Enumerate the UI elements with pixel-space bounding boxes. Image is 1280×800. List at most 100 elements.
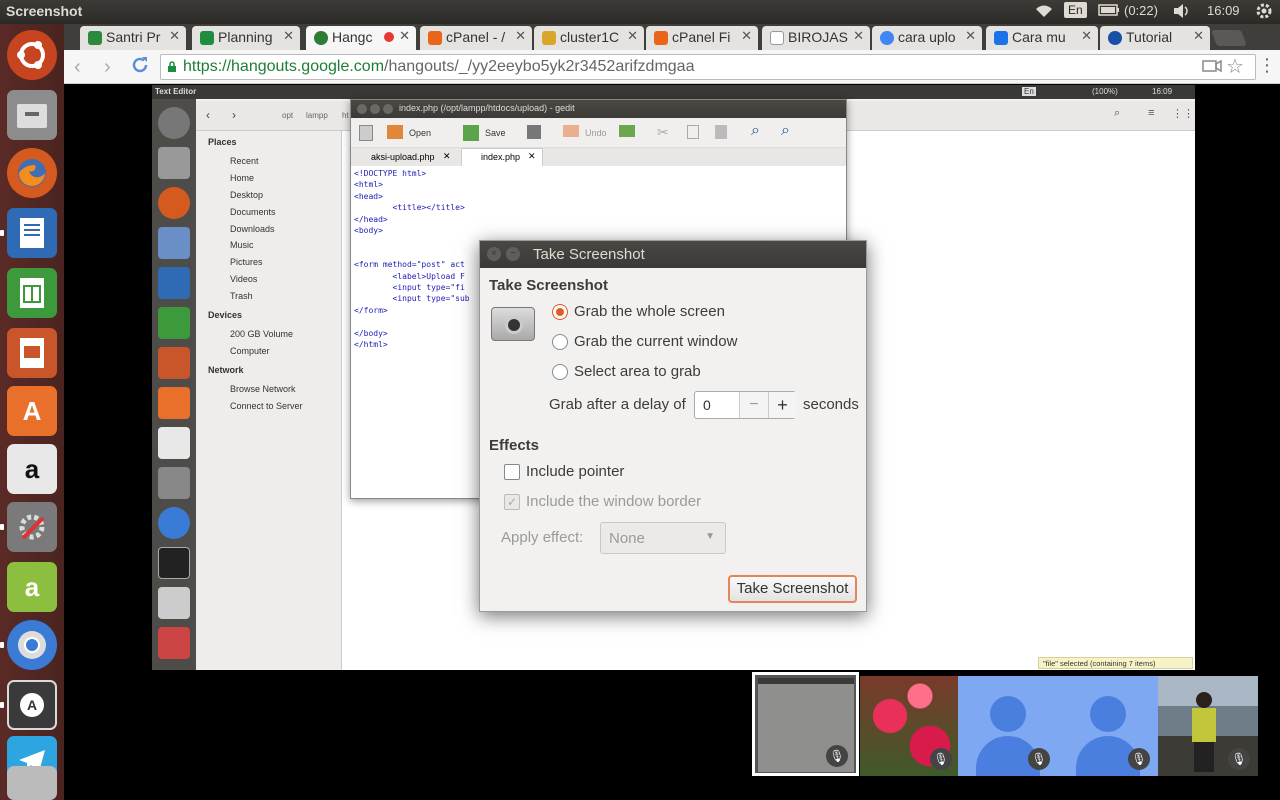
gear-icon[interactable] [1256,3,1272,22]
firefox-icon[interactable] [7,148,57,198]
tab-favicon [88,31,102,45]
avatar-head [1090,696,1126,732]
take-screenshot-button[interactable]: Take Screenshot [728,575,857,603]
gedit-tabs: aksi-upload.php ✕ index.php ✕ [351,148,846,166]
browser-tab[interactable]: cara uplo ✕ [872,26,982,50]
include-border-checkbox[interactable]: ✓ [504,494,520,510]
bookmark-star-icon[interactable]: ☆ [1226,54,1244,79]
camera-icon[interactable] [1202,58,1222,79]
system-top-bar: Screenshot En (0:22) 16:09 [0,0,1280,24]
screen-share-thumbnail[interactable]: 🎙 [752,672,859,776]
open-icon [387,125,403,139]
dialog-titlebar: × − Take Screenshot [480,241,866,268]
shared-box-icon [158,227,190,259]
close-icon[interactable]: ✕ [399,28,410,44]
browser-tab[interactable]: cPanel - / ✕ [420,26,532,50]
close-icon[interactable]: ✕ [283,28,294,44]
ubuntu-dash-icon[interactable] [7,30,57,80]
browser-tab[interactable]: BIROJAS ✕ [762,26,870,50]
clock[interactable]: 16:09 [1207,3,1240,18]
close-icon[interactable]: ✕ [853,28,864,44]
screenshot-app-icon[interactable]: A [7,680,57,730]
close-icon[interactable]: ✕ [1193,28,1204,44]
grab-current-window-radio[interactable] [552,334,568,350]
writer-icon[interactable] [7,208,57,258]
system-settings-icon[interactable] [7,502,57,552]
close-icon[interactable]: ✕ [965,28,976,44]
software-center-icon[interactable]: A [7,386,57,436]
person-legs [1194,742,1214,772]
battery-icon[interactable] [1098,3,1120,20]
browser-tab[interactable]: Santri Pr ✕ [80,26,186,50]
impress-icon[interactable] [7,328,57,378]
browser-tab[interactable]: Planning ✕ [192,26,300,50]
wifi-icon[interactable] [1034,3,1054,22]
delay-label: Grab after a delay of [549,396,686,413]
forward-icon[interactable]: › [104,56,111,79]
menu-icon[interactable]: ⋮ [1258,55,1276,76]
avatar-placeholder-1[interactable]: 🎙 [958,676,1058,776]
keyboard-indicator[interactable]: En [1064,2,1087,18]
recording-icon [384,32,394,42]
muted-mic-icon: 🎙 [826,745,848,767]
browser-tab[interactable]: cluster1C ✕ [534,26,644,50]
save-icon [463,125,479,141]
battery-time[interactable]: (0:22) [1124,3,1158,18]
reload-icon[interactable] [130,55,150,80]
close-icon[interactable]: ✕ [1081,28,1092,44]
device-item: 200 GB Volume [230,329,294,339]
tab-favicon [994,31,1008,45]
delay-increment-button[interactable]: + [768,392,796,418]
take-screenshot-dialog: × − Take Screenshot Take Screenshot Grab… [479,240,867,612]
grab-whole-screen-label[interactable]: Grab the whole screen [574,303,725,320]
calc-icon[interactable] [7,268,57,318]
browser-tab[interactable]: cPanel Fi ✕ [646,26,758,50]
network-header: Network [208,365,244,375]
close-icon[interactable]: × [487,247,501,261]
tab-favicon [200,31,214,45]
place-item: Recent [230,156,259,166]
volume-icon[interactable] [1172,3,1190,22]
chevron-down-icon: ▼ [705,531,715,542]
place-item: Home [230,173,255,183]
person-body [1192,708,1216,742]
close-icon[interactable]: ✕ [169,28,180,44]
android-studio-icon[interactable]: a [7,562,57,612]
shared-gedit-icon [158,587,190,619]
delay-spinbutton[interactable]: 0 − + [694,391,796,419]
tab-label: Santri Pr [106,29,161,45]
amazon-icon[interactable]: a [7,444,57,494]
select-area-radio[interactable] [552,364,568,380]
browser-tab-active[interactable]: Hangc ✕ [306,26,416,50]
flowers-thumbnail[interactable]: 🎙 [860,676,960,776]
network-item: Connect to Server [230,401,303,411]
include-pointer-label[interactable]: Include pointer [526,463,624,480]
chromium-icon[interactable] [7,620,57,670]
grab-current-window-label[interactable]: Grab the current window [574,333,737,350]
grab-whole-screen-radio[interactable] [552,304,568,320]
tab-label: cPanel - / [446,29,506,45]
delay-decrement-button[interactable]: − [739,392,768,418]
url-bar[interactable]: https://hangouts.google.com/hangouts/_/y… [160,54,1256,80]
delay-value[interactable]: 0 [703,397,711,413]
include-pointer-checkbox[interactable] [504,464,520,480]
browser-tab[interactable]: Tutorial ✕ [1100,26,1210,50]
shared-app-icon [158,627,190,659]
beach-person-thumbnail[interactable]: 🎙 [1158,676,1258,776]
back-icon[interactable]: ‹ [74,56,81,79]
new-tab-button[interactable] [1211,30,1247,46]
close-icon[interactable]: ✕ [627,28,638,44]
scanner-icon[interactable] [7,766,57,800]
shared-chromium-icon [158,507,190,539]
browser-tab[interactable]: Cara mu ✕ [986,26,1098,50]
minimize-icon[interactable]: − [506,247,520,261]
apply-effect-select[interactable]: None ▼ [600,522,726,554]
close-icon[interactable]: ✕ [741,28,752,44]
avatar-head [990,696,1026,732]
gedit-close-icon [357,104,367,114]
running-indicator [0,230,4,236]
files-icon[interactable] [7,90,57,140]
avatar-placeholder-2[interactable]: 🎙 [1058,676,1158,776]
tab-label: cPanel Fi [672,29,731,45]
close-icon[interactable]: ✕ [515,28,526,44]
